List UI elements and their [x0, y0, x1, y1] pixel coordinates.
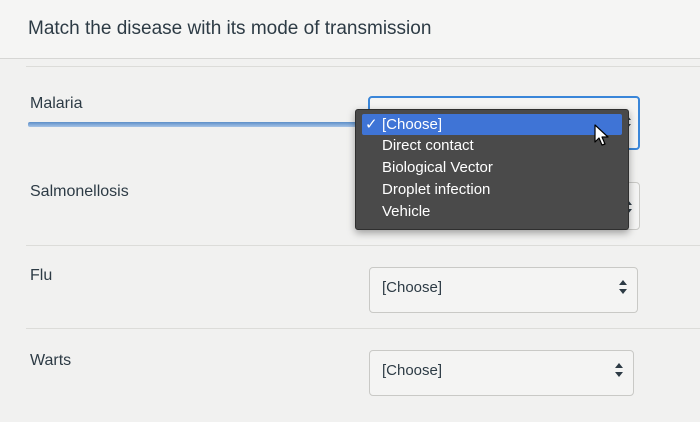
row-label-warts: Warts	[30, 352, 72, 369]
dropdown-menu: ✓ [Choose] Direct contact Biological Vec…	[355, 109, 629, 230]
dropdown-option-vehicle[interactable]: Vehicle	[362, 201, 622, 222]
select-value: [Choose]	[382, 362, 443, 379]
select-flu[interactable]: [Choose]	[369, 267, 638, 313]
question-title: Match the disease with its mode of trans…	[28, 18, 432, 39]
dropdown-option-biological-vector[interactable]: Biological Vector	[362, 157, 622, 178]
select-arrows-icon	[619, 280, 627, 294]
dropdown-option-droplet-infection[interactable]: Droplet infection	[362, 179, 622, 200]
select-value: [Choose]	[382, 279, 443, 296]
divider	[26, 328, 700, 329]
checkmark-icon: ✓	[365, 116, 378, 133]
row-label-malaria: Malaria	[30, 95, 83, 112]
dropdown-option-direct-contact[interactable]: Direct contact	[362, 135, 622, 156]
row-label-flu: Flu	[30, 267, 53, 284]
select-arrows-icon	[615, 363, 623, 377]
match-line-malaria	[28, 122, 364, 127]
dropdown-option-choose[interactable]: ✓ [Choose]	[362, 114, 622, 135]
question-header: Match the disease with its mode of trans…	[0, 0, 700, 59]
mouse-cursor-icon	[594, 124, 609, 146]
divider	[26, 245, 700, 246]
divider	[26, 66, 700, 67]
select-warts[interactable]: [Choose]	[369, 350, 634, 396]
row-label-salmonellosis: Salmonellosis	[30, 183, 129, 200]
